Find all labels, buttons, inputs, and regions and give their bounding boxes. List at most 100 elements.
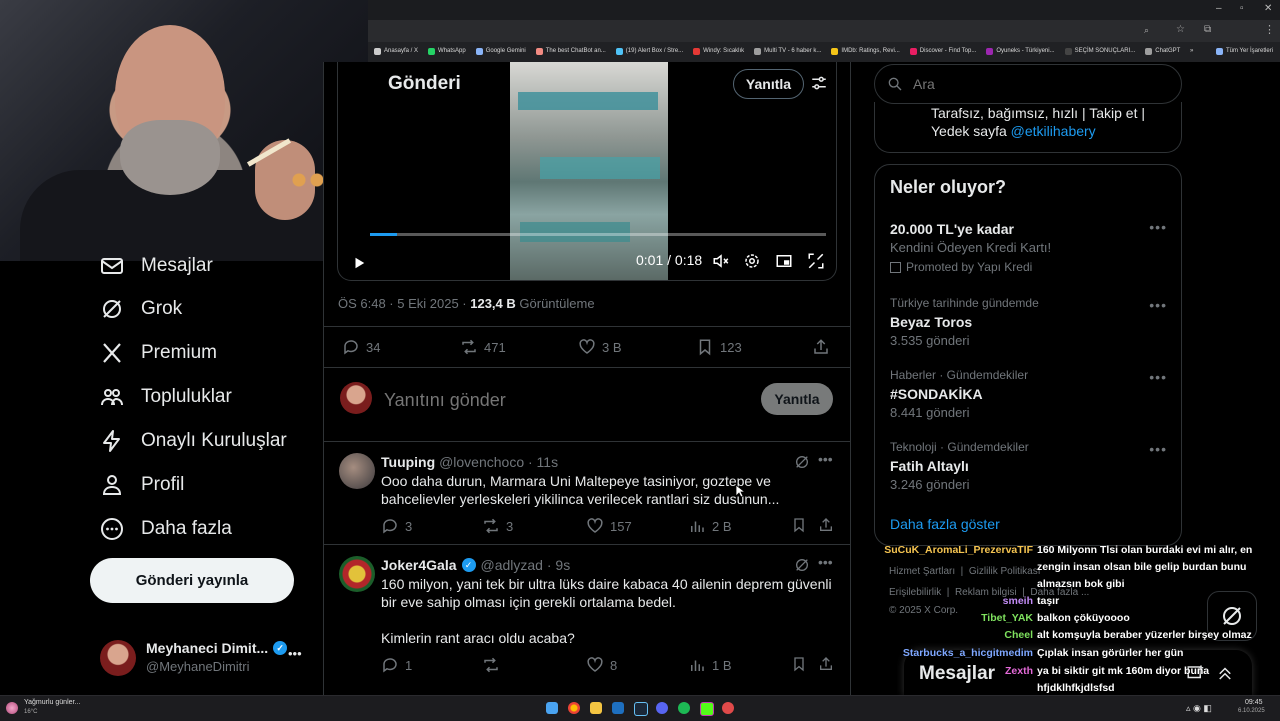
like-action[interactable]: 157 bbox=[586, 517, 632, 535]
trend-more-icon[interactable]: ••• bbox=[1149, 441, 1167, 457]
chrome-icon[interactable] bbox=[568, 702, 580, 714]
show-more-link[interactable]: Daha fazla göster bbox=[890, 516, 1000, 532]
bookmark-icon[interactable] bbox=[791, 517, 807, 533]
bookmark-item[interactable]: Google Gemini bbox=[475, 47, 526, 55]
sidebar-item-communities[interactable]: Topluluklar bbox=[100, 377, 232, 417]
all-bookmarks-label: Tüm Yer İşaretleri bbox=[1226, 48, 1274, 54]
minimize-icon[interactable]: – bbox=[1216, 3, 1222, 14]
weather-text[interactable]: Yağmurlu günler... bbox=[24, 699, 80, 706]
trend-title[interactable]: #SONDAKİKA bbox=[890, 386, 983, 402]
settings-gear-icon[interactable] bbox=[743, 252, 761, 270]
trend-title[interactable]: Beyaz Toros bbox=[890, 314, 972, 330]
extensions-icon[interactable]: ⧉ bbox=[1204, 24, 1211, 35]
sidebar-item-profile[interactable]: Profil bbox=[100, 465, 184, 505]
reply-action[interactable]: 3 bbox=[381, 517, 412, 535]
share-icon[interactable] bbox=[812, 338, 830, 356]
profile-card: Tarafsız, bağımsız, hızlı | Takip et | Y… bbox=[874, 102, 1182, 153]
grok-icon[interactable] bbox=[794, 454, 810, 470]
clock-date: 6.10.2025 bbox=[1238, 708, 1265, 714]
header-reply-button[interactable]: Yanıtla bbox=[733, 69, 804, 99]
trend-sub: Kendini Ödeyen Kredi Kartı! bbox=[890, 240, 1052, 255]
views-action[interactable]: 2 B bbox=[688, 517, 732, 535]
video-progress-track[interactable] bbox=[370, 233, 826, 236]
close-icon[interactable]: ✕ bbox=[1264, 3, 1272, 14]
spotify-icon[interactable] bbox=[678, 702, 690, 714]
sidebar-item-messages[interactable]: Mesajlar bbox=[100, 246, 213, 286]
chat-text: ya bi siktir git mk 160m diyor buna bbox=[1037, 665, 1210, 677]
bookmark-item[interactable]: Multi TV - 6 haber k... bbox=[754, 47, 821, 55]
search-box[interactable] bbox=[874, 64, 1182, 104]
repost-icon bbox=[462, 339, 476, 355]
reply-item[interactable]: Tuuping @lovenchoco · 11s ••• Ooo daha d… bbox=[324, 442, 850, 544]
menu-icon[interactable]: ⋮ bbox=[1264, 23, 1275, 36]
sidebar-item-grok[interactable]: Grok bbox=[100, 289, 182, 329]
chat-text: Çıplak insan görürler her gün bbox=[1037, 647, 1184, 659]
more-options-icon[interactable]: ••• bbox=[818, 451, 833, 467]
chevron-up-icon[interactable] bbox=[1216, 664, 1234, 682]
maximize-icon[interactable]: ▫ bbox=[1240, 3, 1244, 14]
star-icon[interactable]: ☆ bbox=[1176, 24, 1185, 35]
share-icon[interactable] bbox=[818, 517, 834, 533]
chat-text: taşır bbox=[1037, 595, 1060, 607]
tray-icons[interactable]: ▵ ◉ ◧ bbox=[1186, 703, 1212, 714]
profile-bio: Tarafsız, bağımsız, hızlı | Takip et | bbox=[931, 105, 1145, 121]
bookmark-item[interactable]: The best ChatBot an... bbox=[535, 47, 606, 55]
play-icon[interactable] bbox=[352, 256, 366, 270]
file-explorer-icon[interactable] bbox=[590, 702, 602, 714]
trend-title[interactable]: Fatih Altaylı bbox=[890, 458, 969, 474]
trend-title[interactable]: 20.000 TL'ye kadar bbox=[890, 221, 1014, 237]
start-icon[interactable] bbox=[546, 702, 558, 714]
trend-more-icon[interactable]: ••• bbox=[1149, 297, 1167, 313]
chat-text: balkon çöküyoooo bbox=[1037, 612, 1130, 624]
bookmark-label: Discover - Find Top... bbox=[919, 48, 977, 54]
bookmark-item[interactable]: WhatsApp bbox=[428, 47, 466, 55]
steam-icon[interactable] bbox=[634, 702, 648, 716]
bookmark-favicon-icon bbox=[428, 47, 436, 55]
bookmarks-overflow[interactable]: » bbox=[1190, 48, 1193, 54]
obs-icon[interactable] bbox=[722, 702, 734, 714]
divider bbox=[324, 367, 850, 368]
trend-more-icon[interactable]: ••• bbox=[1149, 369, 1167, 385]
bookmark-item[interactable]: Anasayfa / X bbox=[374, 47, 418, 55]
chat-message: hfjdklhfkjdlsfsd bbox=[0, 682, 1115, 694]
profile-link[interactable]: @etkilihabery bbox=[1011, 123, 1096, 139]
bookmark-item[interactable]: SEÇİM SONUÇLARI... bbox=[1064, 47, 1135, 55]
reply-action[interactable]: 34 bbox=[342, 338, 380, 356]
more-circle-icon bbox=[101, 518, 123, 540]
repost-count: 471 bbox=[484, 339, 506, 355]
bookmark-item[interactable]: ChatGPT bbox=[1145, 47, 1180, 55]
chat-message: Starbucks_a_hicgitmedim Çıplak insan görü… bbox=[0, 647, 1184, 659]
bookmark-label: Windy: Sıcaklık bbox=[703, 48, 745, 54]
fullscreen-icon[interactable] bbox=[807, 252, 825, 270]
kick-icon[interactable] bbox=[700, 702, 714, 716]
like-action[interactable]: 3 B bbox=[578, 338, 622, 356]
picture-in-picture-icon[interactable] bbox=[775, 252, 793, 270]
sidebar-item-verified-orgs[interactable]: Onaylı Kuruluşlar bbox=[100, 421, 287, 461]
trends-panel: Neler oluyor? 20.000 TL'ye kadar Kendini… bbox=[874, 164, 1182, 546]
clock-time[interactable]: 09:45 bbox=[1245, 699, 1263, 706]
bookmark-item[interactable]: Windy: Sıcaklık bbox=[693, 47, 745, 55]
bookmark-item[interactable]: Oyuneks - Türkiyeni... bbox=[986, 47, 1055, 55]
store-icon[interactable] bbox=[612, 702, 624, 714]
compose-reply-button[interactable]: Yanıtla bbox=[761, 383, 833, 415]
volume-icon[interactable] bbox=[712, 252, 730, 270]
person-icon bbox=[102, 475, 122, 495]
sidebar-item-more[interactable]: Daha fazla bbox=[100, 509, 232, 549]
bookmark-item[interactable]: IMDb: Ratings, Revi... bbox=[831, 47, 900, 55]
trend-more-icon[interactable]: ••• bbox=[1149, 219, 1167, 235]
zoom-icon[interactable]: ⌕ bbox=[1144, 25, 1149, 36]
bookmark-action[interactable]: 123 bbox=[696, 338, 742, 356]
bookmark-item[interactable]: (19) Alert Box / Stre... bbox=[615, 47, 683, 55]
repost-action[interactable]: 471 bbox=[460, 338, 506, 356]
post-views-count: 123,4 B bbox=[470, 296, 516, 311]
discord-icon[interactable] bbox=[656, 702, 668, 714]
sidebar-item-premium[interactable]: Premium bbox=[100, 333, 217, 373]
filter-sliders-icon[interactable] bbox=[810, 74, 828, 92]
reply-input[interactable] bbox=[382, 386, 746, 414]
chat-username: Cheel bbox=[1004, 629, 1033, 641]
all-bookmarks[interactable]: Tüm Yer İşaretleri bbox=[1216, 47, 1274, 55]
search-input[interactable] bbox=[911, 73, 1165, 95]
bookmark-favicon-icon bbox=[374, 47, 381, 55]
repost-action[interactable]: 3 bbox=[482, 517, 513, 535]
bookmark-item[interactable]: Discover - Find Top... bbox=[909, 47, 977, 55]
